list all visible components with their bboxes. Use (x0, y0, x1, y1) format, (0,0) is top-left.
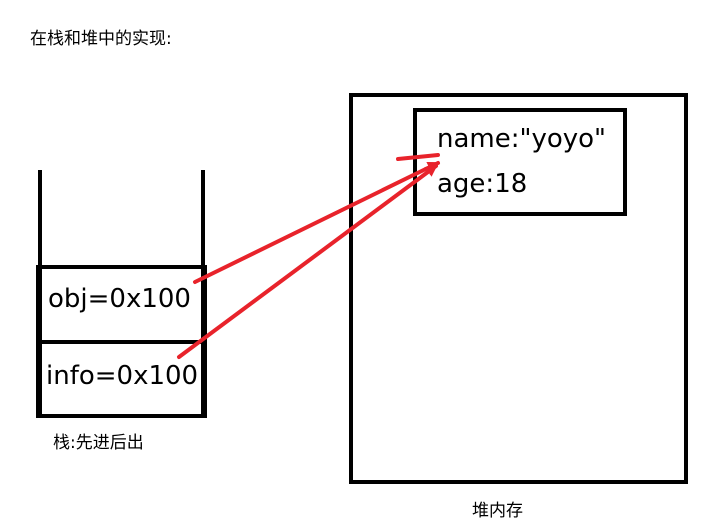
heap-caption: 堆内存 (472, 501, 523, 521)
stack-caption: 栈:先进后出 (53, 433, 144, 453)
heap-object-name-line: name:"yoyo" (437, 124, 606, 154)
arrow-tail-accent (396, 153, 440, 161)
stack-cell-info-label: info=0x100 (46, 361, 199, 391)
obj-pointer-arrow (193, 161, 440, 284)
heap-object-age-line: age:18 (437, 169, 528, 199)
page-title: 在栈和堆中的实现: (30, 29, 172, 49)
stack-cell-obj-label: obj=0x100 (48, 284, 191, 314)
info-pointer-arrow (177, 164, 438, 359)
